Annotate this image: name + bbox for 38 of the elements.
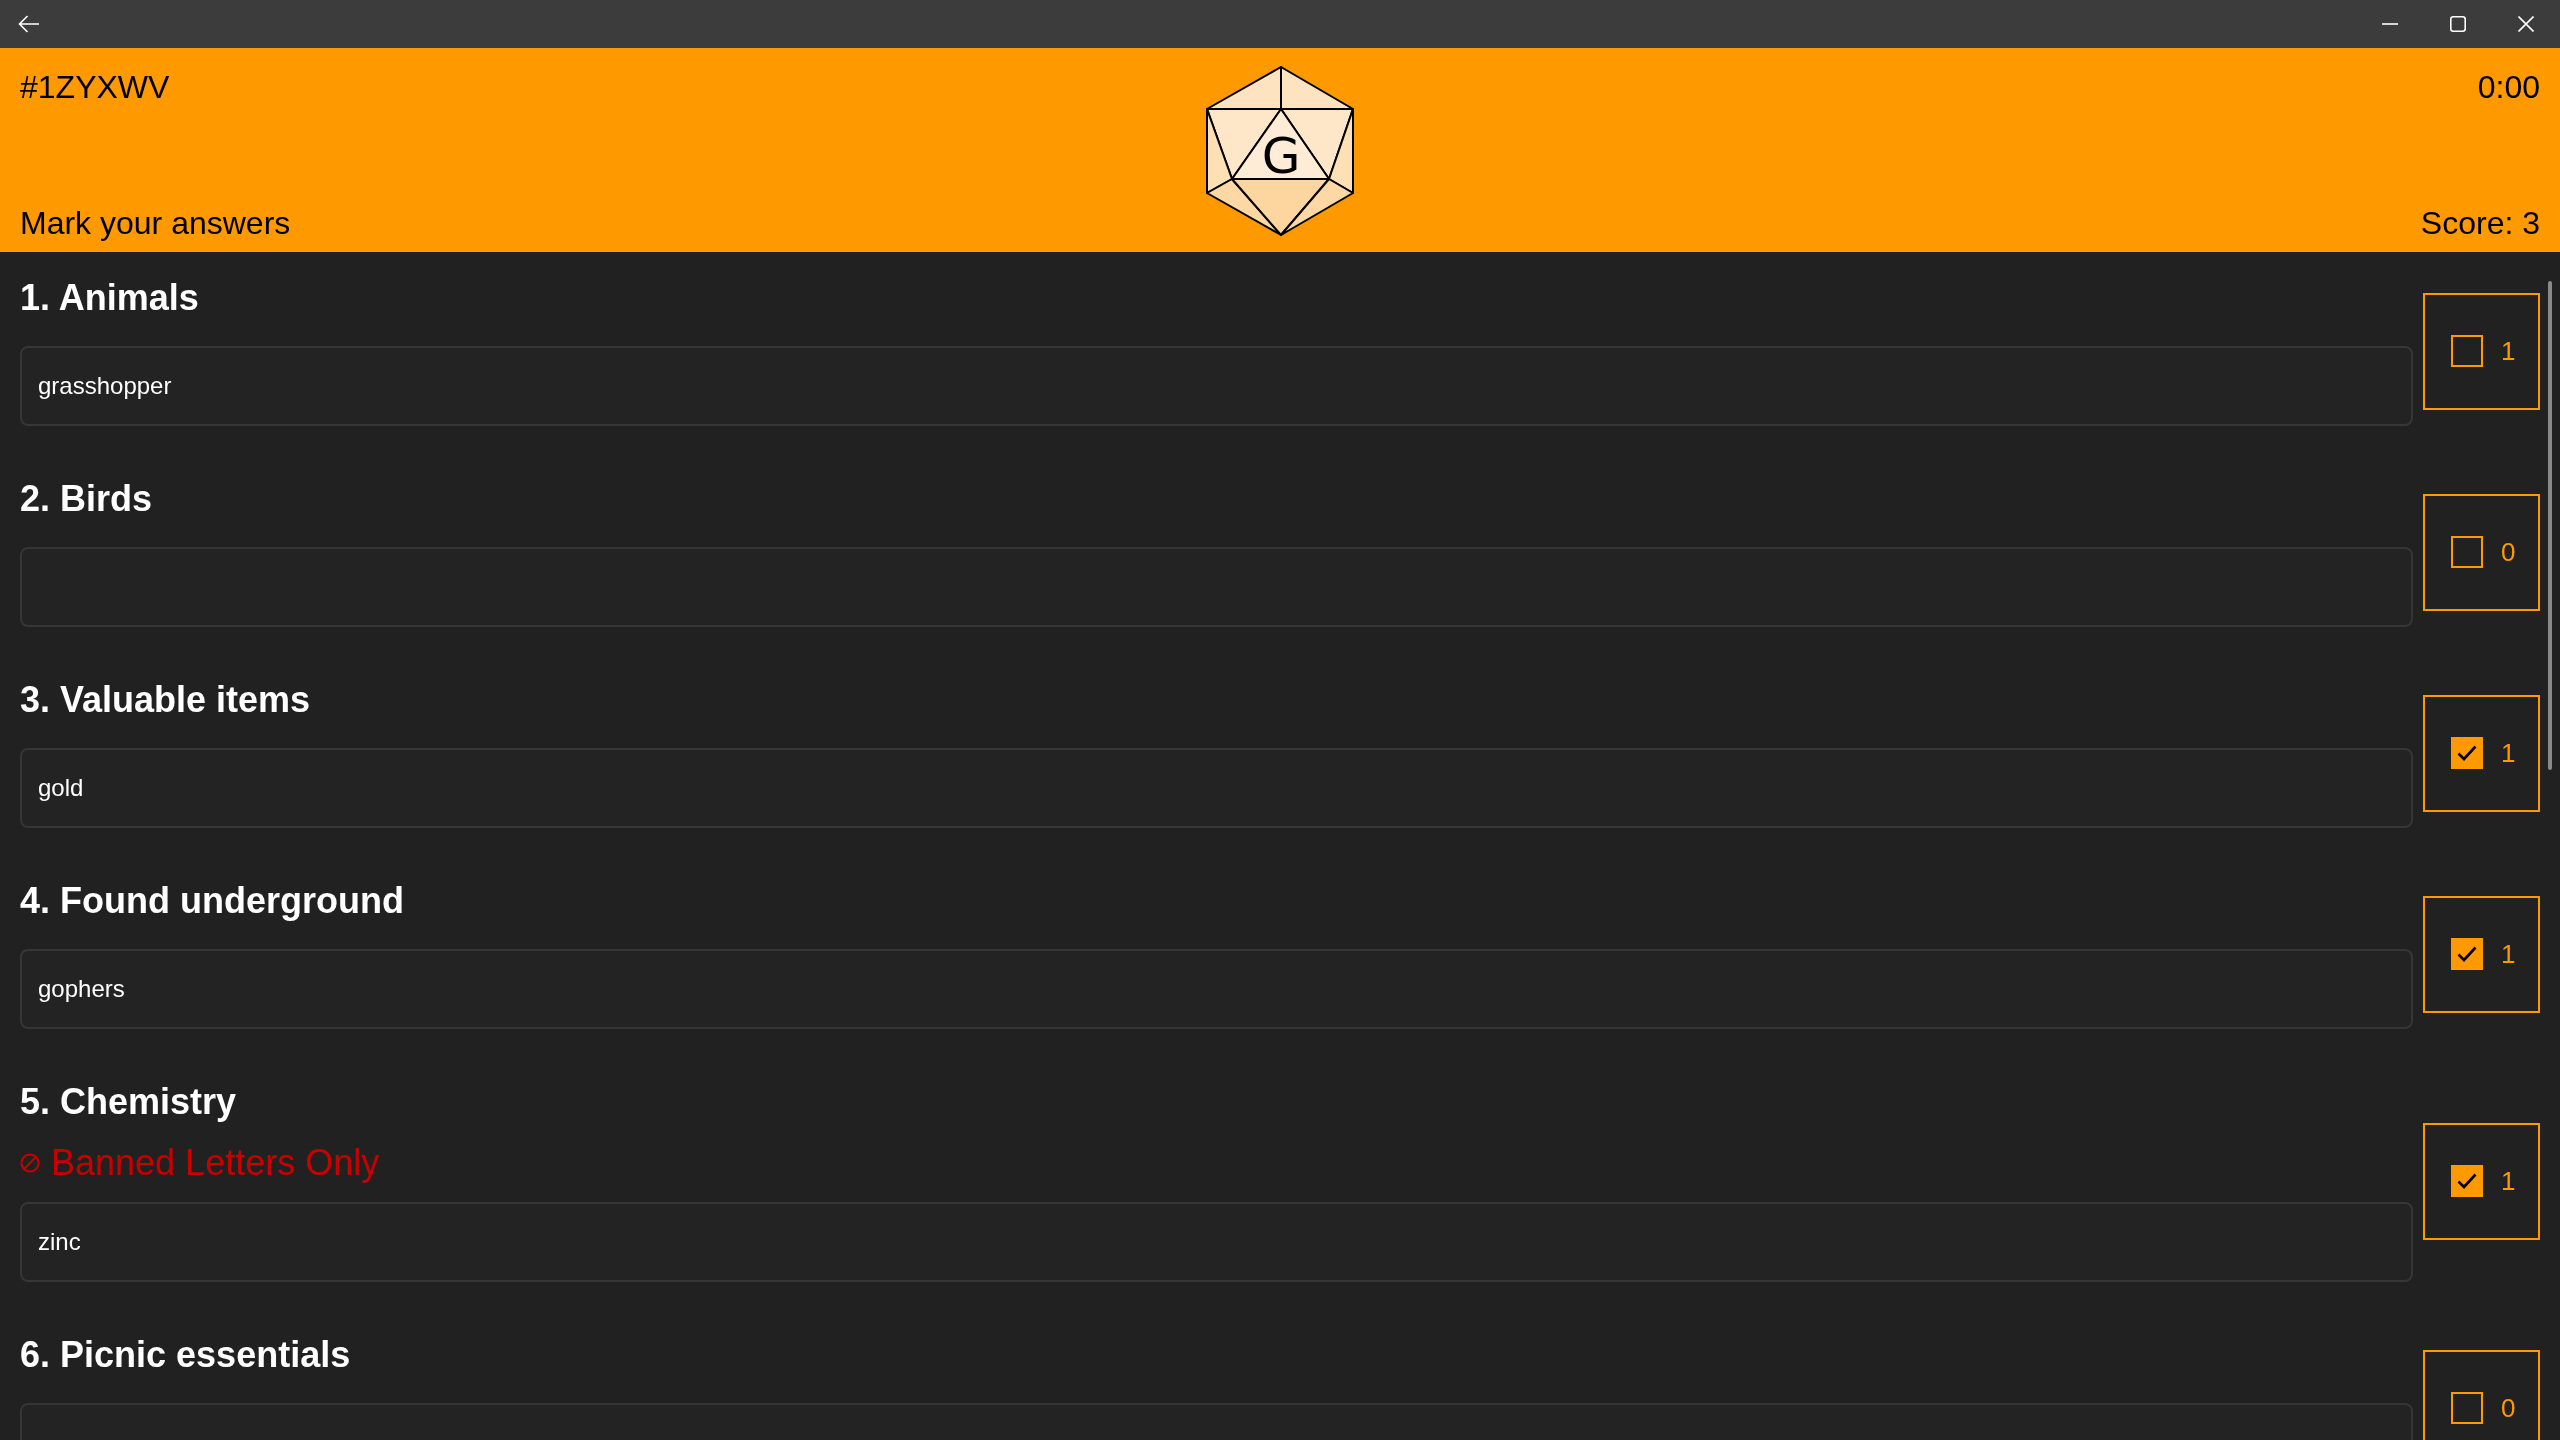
- checkbox[interactable]: [2451, 1392, 2483, 1424]
- mark-button[interactable]: 1: [2423, 1122, 2540, 1240]
- question-title: 4. Found underground: [20, 879, 404, 922]
- checkbox[interactable]: [2451, 335, 2483, 367]
- score-text: Score: 3: [2420, 204, 2540, 242]
- mark-button[interactable]: 1: [2423, 694, 2540, 812]
- game-code: #1ZYXWV: [20, 68, 170, 106]
- instruction-text: Mark your answers: [20, 204, 291, 242]
- answer-field[interactable]: zinc: [20, 1202, 2413, 1282]
- close-icon: [2518, 16, 2534, 32]
- scrollbar-thumb[interactable]: [2548, 281, 2552, 770]
- maximize-icon: [2450, 16, 2466, 32]
- mark-button[interactable]: 0: [2423, 1349, 2540, 1440]
- answer-field[interactable]: gophers: [20, 949, 2413, 1029]
- answer-field[interactable]: grasshopper: [20, 346, 2413, 426]
- checkbox[interactable]: [2451, 1165, 2483, 1197]
- prohibited-icon: [20, 1152, 40, 1173]
- checkmark-icon: [2457, 745, 2477, 761]
- checkbox[interactable]: [2451, 737, 2483, 769]
- logo-letter: G: [1261, 127, 1301, 185]
- back-arrow-icon: [18, 15, 40, 33]
- rule-text: Banned Letters Only: [51, 1141, 380, 1184]
- d20-dice-icon: [1206, 66, 1354, 236]
- timer-text: 0:00: [2477, 68, 2540, 106]
- question-title: 1. Animals: [20, 276, 199, 319]
- question-title: 5. Chemistry: [20, 1080, 237, 1123]
- answer-field[interactable]: gold: [20, 748, 2413, 828]
- mark-button[interactable]: 1: [2423, 895, 2540, 1013]
- checkbox[interactable]: [2451, 536, 2483, 568]
- checkbox[interactable]: [2451, 938, 2483, 970]
- mark-button[interactable]: 1: [2423, 292, 2540, 410]
- minimize-icon: [2382, 23, 2398, 25]
- question-title: 2. Birds: [20, 477, 153, 520]
- mark-button[interactable]: 0: [2423, 493, 2540, 611]
- checkmark-icon: [2457, 946, 2477, 962]
- question-title: 3. Valuable items: [20, 678, 311, 721]
- checkmark-icon: [2457, 1173, 2477, 1189]
- question-title: 6. Picnic essentials: [20, 1333, 351, 1376]
